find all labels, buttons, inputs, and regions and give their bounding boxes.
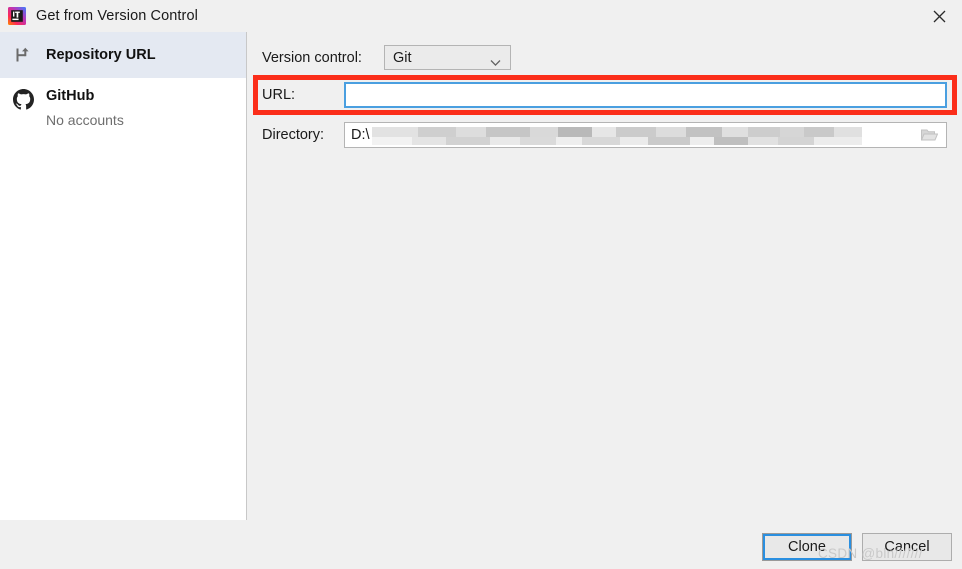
close-icon[interactable]	[916, 0, 962, 32]
main-panel: Version control: Git URL: Directory: D:\	[248, 32, 962, 520]
version-control-value: Git	[393, 49, 412, 66]
sidebar-item-github[interactable]: GitHub No accounts	[0, 78, 246, 140]
version-control-label: Version control:	[262, 49, 362, 66]
title-bar: Get from Version Control	[0, 0, 962, 32]
clone-button[interactable]: Clone	[762, 533, 852, 561]
directory-label: Directory:	[262, 127, 325, 143]
window-title: Get from Version Control	[36, 8, 198, 24]
folder-icon[interactable]	[920, 128, 939, 142]
version-control-select[interactable]: Git	[384, 45, 511, 70]
sidebar: Repository URL GitHub No accounts	[0, 32, 247, 520]
sidebar-item-label: Repository URL	[46, 47, 156, 63]
intellij-idea-icon	[8, 7, 26, 25]
redacted-path-blur	[372, 126, 912, 146]
sidebar-item-repository-url[interactable]: Repository URL	[0, 32, 246, 78]
sidebar-item-subtitle: No accounts	[46, 112, 124, 128]
vcs-branch-icon	[12, 44, 34, 66]
url-label: URL:	[262, 87, 296, 103]
version-control-row: Version control: Git	[262, 45, 511, 70]
chevron-down-icon	[490, 54, 501, 66]
directory-input[interactable]: D:\	[344, 122, 947, 148]
sidebar-item-label: GitHub	[46, 88, 95, 104]
cancel-button[interactable]: Cancel	[862, 533, 952, 561]
url-input[interactable]	[344, 82, 947, 108]
directory-row: Directory: D:\	[262, 122, 947, 148]
github-icon	[12, 88, 34, 110]
directory-value: D:\	[351, 127, 370, 143]
url-row: URL:	[262, 82, 947, 108]
